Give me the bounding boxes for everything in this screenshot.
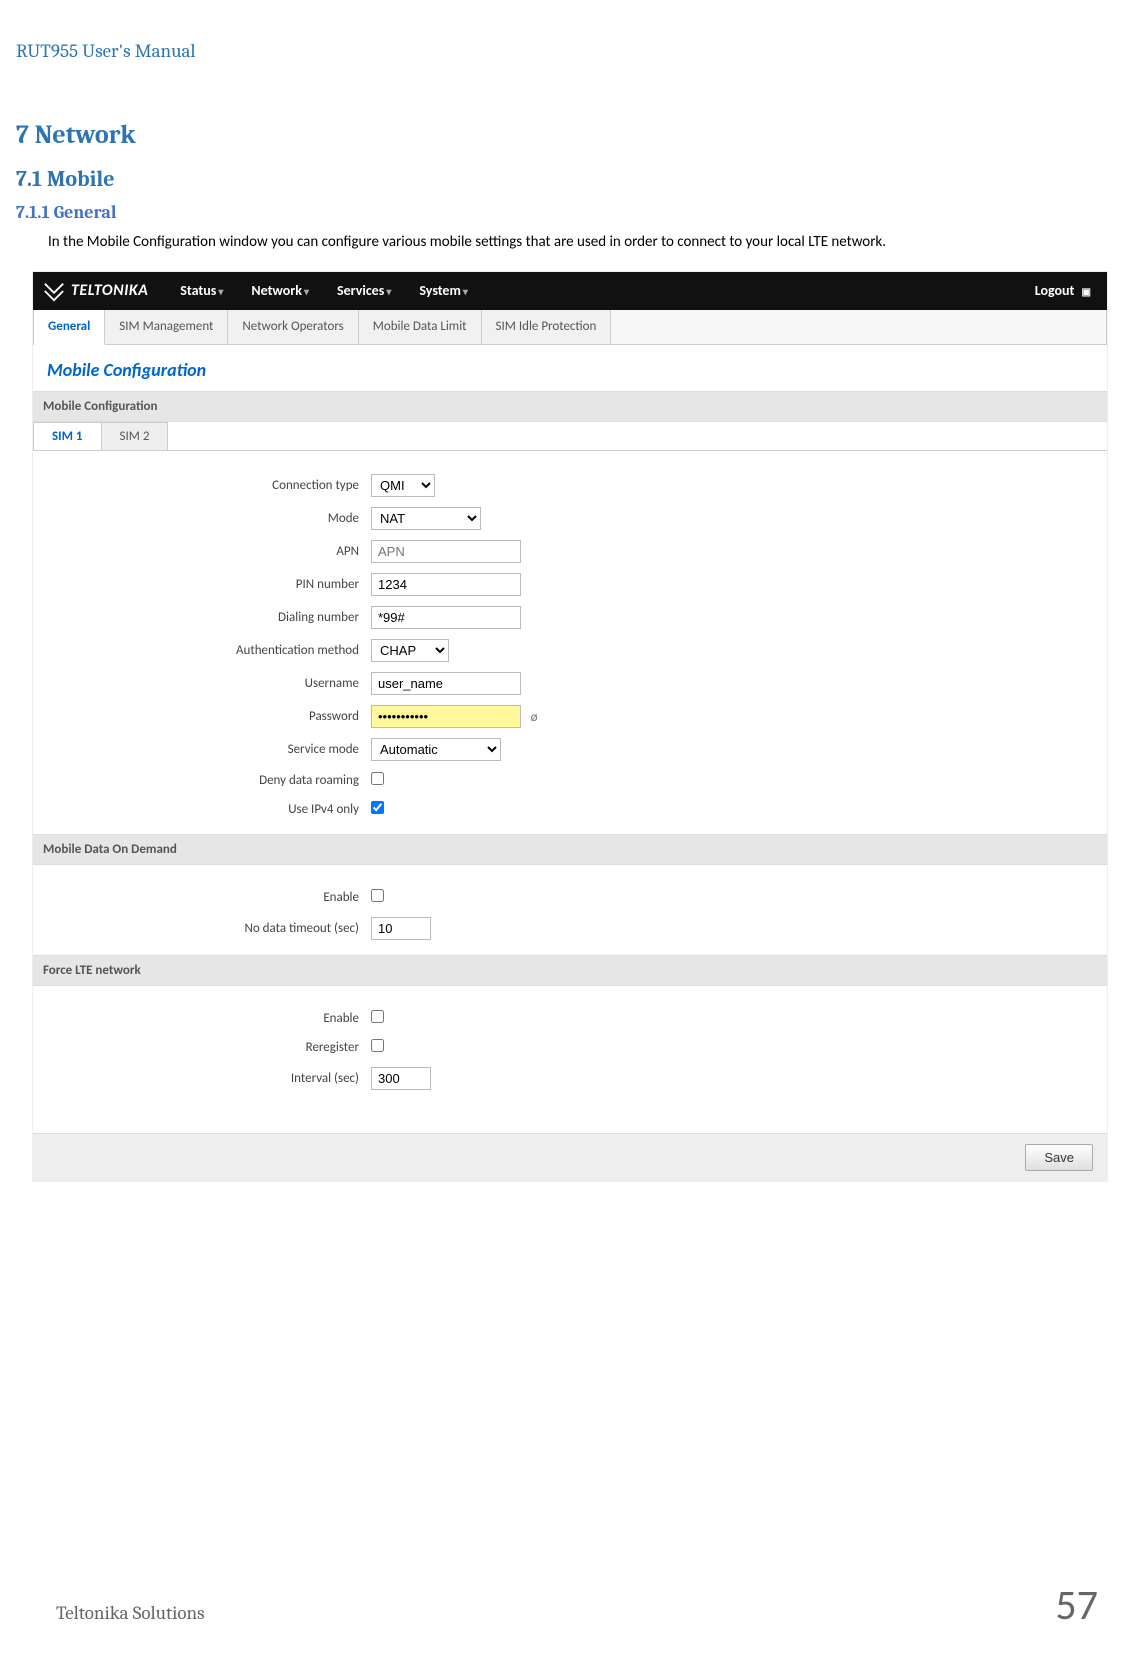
tab-sim1[interactable]: SIM 1	[33, 422, 102, 450]
label-mdod-enable: Enable	[33, 890, 371, 905]
label-authentication-method: Authentication method	[33, 643, 371, 658]
footer-text: Teltonika Solutions	[56, 1602, 1055, 1624]
tab-sim-management[interactable]: SIM Management	[105, 310, 228, 344]
checkbox-deny-data-roaming[interactable]	[371, 772, 384, 785]
label-no-data-timeout: No data timeout (sec)	[33, 921, 371, 936]
form-mobile-config: Connection type QMI Mode NAT APN PIN num…	[33, 451, 1107, 834]
label-apn: APN	[33, 544, 371, 559]
input-interval[interactable]	[371, 1067, 431, 1090]
checkbox-use-ipv4-only[interactable]	[371, 801, 384, 814]
nav-system[interactable]: System▾	[405, 282, 482, 299]
section-force-lte-network: Force LTE network	[33, 955, 1107, 986]
logout-icon: ▣	[1082, 285, 1091, 298]
nav-network[interactable]: Network▾	[237, 282, 323, 299]
select-authentication-method[interactable]: CHAP	[371, 639, 449, 662]
label-mode: Mode	[33, 511, 371, 526]
tab-network-operators[interactable]: Network Operators	[228, 310, 358, 344]
tab-sim-idle-protection[interactable]: SIM Idle Protection	[482, 310, 612, 344]
save-button[interactable]: Save	[1025, 1144, 1093, 1171]
select-connection-type[interactable]: QMI	[371, 474, 435, 497]
label-flte-enable: Enable	[33, 1011, 371, 1026]
label-dialing-number: Dialing number	[33, 610, 371, 625]
reveal-password-icon[interactable]: ø	[531, 710, 538, 725]
form-mobile-data-on-demand: Enable No data timeout (sec)	[33, 865, 1107, 955]
brand-text: TELTONIKA	[71, 281, 148, 300]
input-password[interactable]	[371, 705, 521, 728]
checkbox-reregister[interactable]	[371, 1039, 384, 1052]
label-password: Password	[33, 709, 371, 724]
checkbox-flte-enable[interactable]	[371, 1010, 384, 1023]
label-connection-type: Connection type	[33, 478, 371, 493]
screenshot-container: TELTONIKA Status▾ Network▾ Services▾ Sys…	[32, 271, 1108, 1182]
brand-logo[interactable]: TELTONIKA	[33, 280, 166, 302]
heading-2-mobile: 7.1 Mobile	[10, 166, 1112, 202]
tab-mobile-data-limit[interactable]: Mobile Data Limit	[359, 310, 482, 344]
chevron-down-icon: ▾	[218, 285, 223, 298]
section-mobile-configuration: Mobile Configuration	[33, 391, 1107, 422]
label-deny-data-roaming: Deny data roaming	[33, 773, 371, 788]
nav-services[interactable]: Services▾	[323, 282, 405, 299]
chevron-down-icon: ▾	[463, 285, 468, 298]
label-username: Username	[33, 676, 371, 691]
logout-link[interactable]: Logout ▣	[1019, 282, 1107, 299]
save-bar: Save	[33, 1133, 1107, 1181]
input-apn[interactable]	[371, 540, 521, 563]
form-force-lte-network: Enable Reregister Interval (sec)	[33, 986, 1107, 1105]
top-nav: TELTONIKA Status▾ Network▾ Services▾ Sys…	[33, 272, 1107, 310]
sim-tabs: SIM 1 SIM 2	[33, 422, 1107, 451]
input-dialing-number[interactable]	[371, 606, 521, 629]
document-header: RUT955 User's Manual	[10, 40, 1112, 70]
page-title: Mobile Configuration	[33, 345, 1107, 391]
nav-status[interactable]: Status▾	[166, 282, 237, 299]
heading-3-general: 7.1.1 General	[10, 202, 1112, 233]
page-footer: Teltonika Solutions 57	[0, 1580, 1122, 1631]
input-no-data-timeout[interactable]	[371, 917, 431, 940]
tab-general[interactable]: General	[34, 310, 105, 345]
teltonika-logo-icon	[43, 280, 65, 302]
chevron-down-icon: ▾	[386, 285, 391, 298]
heading-1-network: 7 Network	[10, 70, 1112, 166]
intro-paragraph: In the Mobile Configuration window you c…	[10, 233, 1112, 271]
label-use-ipv4-only: Use IPv4 only	[33, 802, 371, 817]
page-tabs: General SIM Management Network Operators…	[33, 310, 1107, 345]
input-pin-number[interactable]	[371, 573, 521, 596]
page-number: 57	[1055, 1580, 1098, 1631]
select-service-mode[interactable]: Automatic	[371, 738, 501, 761]
chevron-down-icon: ▾	[304, 285, 309, 298]
label-pin-number: PIN number	[33, 577, 371, 592]
label-reregister: Reregister	[33, 1040, 371, 1055]
label-service-mode: Service mode	[33, 742, 371, 757]
section-mobile-data-on-demand: Mobile Data On Demand	[33, 834, 1107, 865]
input-username[interactable]	[371, 672, 521, 695]
label-interval: Interval (sec)	[33, 1071, 371, 1086]
tab-sim2[interactable]: SIM 2	[101, 422, 169, 450]
checkbox-mdod-enable[interactable]	[371, 889, 384, 902]
select-mode[interactable]: NAT	[371, 507, 481, 530]
